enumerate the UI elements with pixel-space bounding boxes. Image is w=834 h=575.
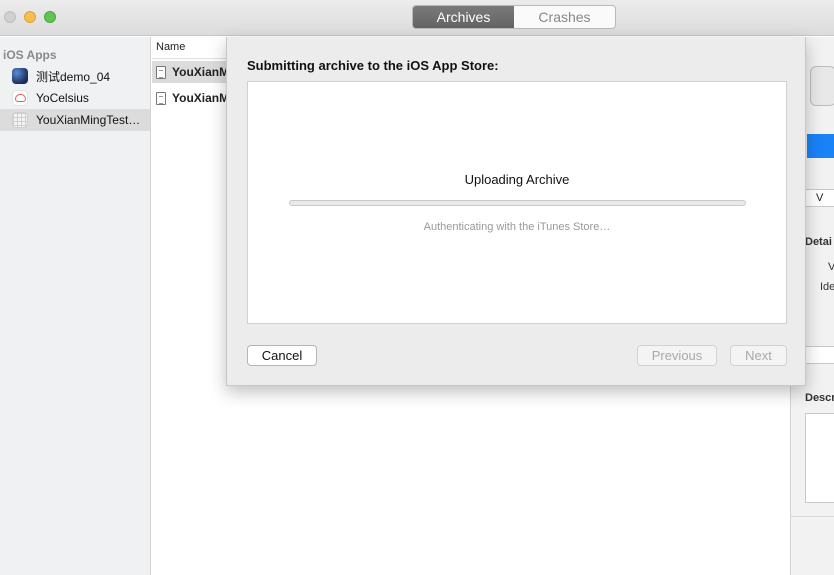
sidebar-item-yocelsius[interactable]: YoCelsius <box>0 87 150 109</box>
tab-crashes[interactable]: Crashes <box>514 6 615 28</box>
previous-button[interactable]: Previous <box>637 345 717 366</box>
description-section-title: Descr <box>805 392 834 404</box>
app-icon-yocelsius <box>12 90 28 106</box>
zoom-window-button[interactable] <box>44 11 56 23</box>
close-window-button[interactable] <box>4 11 16 23</box>
app-icon-youxianming <box>12 112 28 128</box>
divider <box>791 516 834 517</box>
archive-file-icon <box>156 91 166 105</box>
view-switcher: Archives Crashes <box>412 5 616 29</box>
app-store-icon <box>810 66 834 106</box>
upload-status-text: Authenticating with the iTunes Store… <box>423 221 611 233</box>
cancel-button[interactable]: Cancel <box>247 345 317 366</box>
submit-archive-sheet: Submitting archive to the iOS App Store:… <box>226 37 806 386</box>
version-field[interactable]: V <box>805 189 834 207</box>
next-button[interactable]: Next <box>730 345 787 366</box>
minimize-window-button[interactable] <box>24 11 36 23</box>
sidebar-item-youxianming[interactable]: YouXianMingTest… <box>0 109 150 131</box>
sidebar-item-label: 测试demo_04 <box>36 69 111 84</box>
sidebar: iOS Apps 测试demo_04 YoCelsius YouXianMing… <box>0 37 151 575</box>
identifier-label: Ide <box>820 281 834 293</box>
sidebar-item-label: YouXianMingTest… <box>36 113 141 127</box>
description-textarea[interactable] <box>805 413 834 503</box>
upload-to-app-store-button[interactable] <box>807 134 834 158</box>
sheet-title: Submitting archive to the iOS App Store: <box>247 58 499 73</box>
window-titlebar: Archives Crashes <box>0 0 834 36</box>
sidebar-header: iOS Apps <box>3 48 57 62</box>
upload-title: Uploading Archive <box>464 172 570 187</box>
details-section-title: Detai <box>805 236 832 248</box>
archive-file-icon <box>156 65 166 79</box>
version-label: V <box>828 261 834 273</box>
details-field[interactable] <box>805 346 834 364</box>
sidebar-item-label: YoCelsius <box>36 91 89 105</box>
archive-name: YouXianM <box>172 91 230 105</box>
sheet-content-area: Uploading Archive Authenticating with th… <box>247 81 787 324</box>
upload-progress-bar <box>289 200 746 206</box>
tab-archives[interactable]: Archives <box>413 6 514 28</box>
archive-name: YouXianM <box>172 65 230 79</box>
app-icon-demo <box>12 68 28 84</box>
sidebar-item-demo[interactable]: 测试demo_04 <box>0 65 150 87</box>
